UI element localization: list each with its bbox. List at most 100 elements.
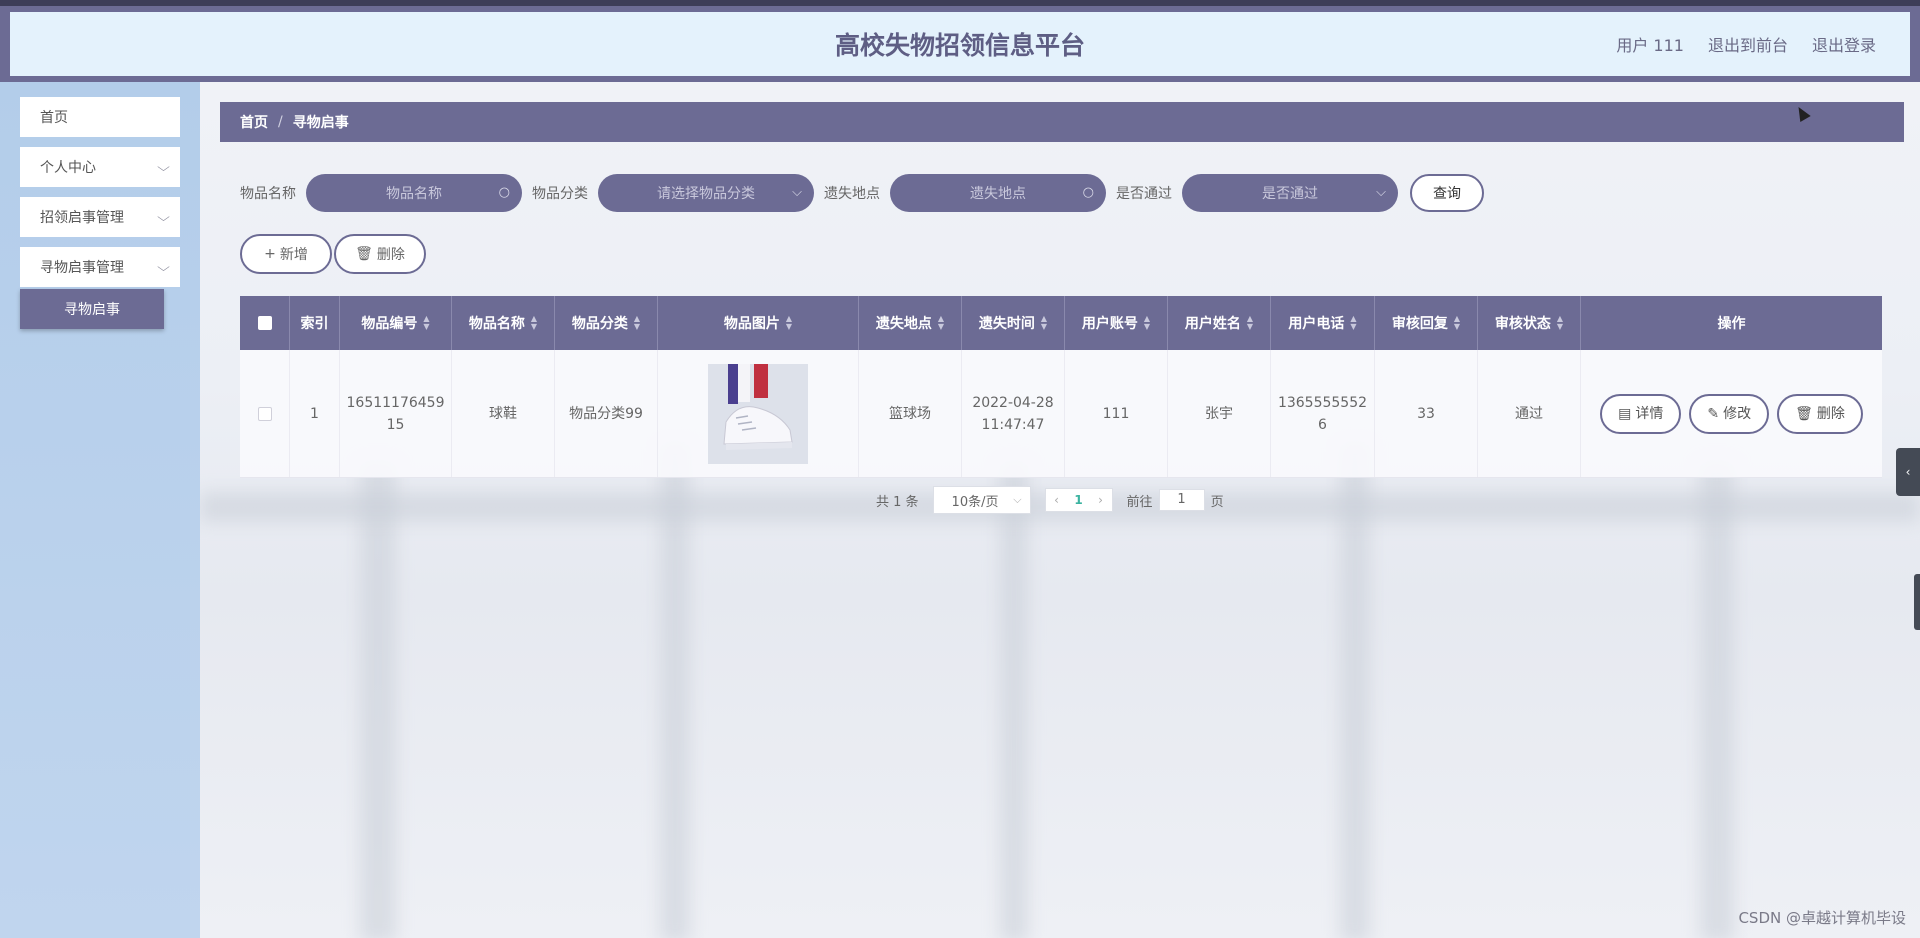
name-input[interactable]: 物品名称 ○ [306, 174, 522, 212]
background-blur [1700, 462, 1734, 938]
current-page[interactable]: 1 [1068, 493, 1090, 507]
sidebar-item-found-notice-mgmt[interactable]: 招领启事管理 ⌵ [20, 197, 180, 237]
header-select-all[interactable] [240, 296, 290, 350]
name-placeholder: 物品名称 [386, 186, 442, 202]
header-name[interactable]: 物品名称 ▲ ▼ [452, 296, 555, 350]
place-label: 遗失地点 [824, 186, 880, 202]
side-handle[interactable] [1914, 574, 1920, 630]
header-status[interactable]: 审核状态 ▲ ▼ [1478, 296, 1581, 350]
cell-username: 张宇 [1168, 350, 1271, 477]
chevron-down-icon: ⌵ [157, 159, 170, 174]
place-input[interactable]: 遗失地点 ○ [890, 174, 1106, 212]
cell-image [658, 350, 859, 477]
header-label: 物品编号 [361, 316, 418, 332]
breadcrumb-separator: / [278, 114, 283, 130]
edit-button[interactable]: ✎ 修改 [1689, 393, 1770, 434]
sidebar-item-label: 首页 [40, 110, 68, 126]
header-index: 索引 [290, 296, 340, 350]
header-phone[interactable]: 用户电话 ▲ ▼ [1271, 296, 1375, 350]
sort-icon[interactable]: ▲ ▼ [1350, 315, 1356, 331]
sidebar-item-label: 招领启事管理 [40, 210, 124, 226]
header-links: 用户 111 退出到前台 退出登录 [1616, 12, 1876, 76]
page-navigator: ‹ 1 › [1044, 488, 1113, 512]
header-time[interactable]: 遗失时间 ▲ ▼ [962, 296, 1065, 350]
document-icon: ▤ [1618, 405, 1632, 422]
row-select[interactable] [240, 350, 290, 477]
checkbox[interactable] [257, 406, 272, 421]
to-front-link[interactable]: 退出到前台 [1708, 32, 1788, 56]
page-size-select[interactable]: 10条/页 ⌵ [932, 486, 1031, 514]
cell-account: 111 [1065, 350, 1168, 477]
place-placeholder: 遗失地点 [970, 186, 1026, 202]
cell-reply: 33 [1375, 350, 1478, 477]
main-content: 首页 / 寻物启事 物品名称 物品名称 ○ 物品分类 请选择物品分类 ⌵ 遗失地… [200, 82, 1920, 938]
header-operations: 操作 [1581, 296, 1882, 350]
next-page-icon[interactable]: › [1090, 493, 1112, 507]
header-image[interactable]: 物品图片 ▲ ▼ [658, 296, 859, 350]
checkbox[interactable] [257, 316, 272, 330]
sort-icon[interactable]: ▲ ▼ [1557, 315, 1563, 331]
chevron-down-icon: ⌵ [157, 209, 170, 224]
header-category[interactable]: 物品分类 ▲ ▼ [555, 296, 658, 350]
search-icon: ○ [498, 185, 510, 200]
total-count: 共 1 条 [876, 494, 919, 510]
category-select[interactable]: 请选择物品分类 ⌵ [598, 174, 814, 212]
header-label: 用户姓名 [1184, 316, 1241, 332]
sidebar-item-lost-notice-mgmt[interactable]: 寻物启事管理 ⌵ [20, 247, 180, 287]
watermark: CSDN @卓越计算机毕设 [1738, 909, 1906, 927]
chevron-down-icon: ⌵ [157, 259, 170, 274]
table-header: 索引 物品编号 ▲ ▼ 物品名称 ▲ ▼ 物品分类 ▲ ▼ 物品图片 ▲ ▼ 遗失地点 ▲ ▼ 遗失… [240, 296, 1882, 350]
sort-icon[interactable]: ▲ ▼ [1454, 315, 1460, 331]
chevron-left-icon: ‹ [1905, 465, 1911, 479]
breadcrumb-home[interactable]: 首页 [240, 112, 268, 132]
sidebar-item-personal-center[interactable]: 个人中心 ⌵ [20, 147, 180, 187]
category-placeholder: 请选择物品分类 [657, 186, 755, 202]
cell-code: 1651117645915 [340, 350, 452, 477]
sort-icon[interactable]: ▲ ▼ [1247, 315, 1253, 331]
goto-input[interactable]: 1 [1158, 489, 1205, 511]
page-suffix: 页 [1210, 494, 1224, 510]
sidebar: 首页 个人中心 ⌵ 招领启事管理 ⌵ 寻物启事管理 ⌵ 寻物启事 [0, 82, 200, 938]
header-account[interactable]: 用户账号 ▲ ▼ [1065, 296, 1168, 350]
sidebar-item-home[interactable]: 首页 [20, 97, 180, 137]
header-label: 用户账号 [1081, 316, 1138, 332]
delete-label: 删除 [376, 247, 405, 263]
category-label: 物品分类 [532, 186, 588, 202]
sidebar-item-label: 寻物启事管理 [40, 260, 124, 276]
sort-icon[interactable]: ▲ ▼ [938, 315, 944, 331]
breadcrumb-current: 寻物启事 [292, 115, 349, 131]
detail-label: 详情 [1635, 405, 1664, 422]
background-blur [1000, 462, 1028, 938]
sort-icon[interactable]: ▲ ▼ [1041, 315, 1047, 331]
prev-page-icon[interactable]: ‹ [1046, 493, 1068, 507]
cell-index: 1 [290, 350, 340, 477]
header-username[interactable]: 用户姓名 ▲ ▼ [1168, 296, 1271, 350]
passed-select[interactable]: 是否通过 ⌵ [1182, 174, 1398, 212]
header-place[interactable]: 遗失地点 ▲ ▼ [859, 296, 962, 350]
collapse-tab[interactable]: ‹ [1896, 448, 1920, 496]
pencil-icon: ✎ [1707, 405, 1720, 422]
sort-icon[interactable]: ▲ ▼ [423, 315, 429, 331]
header-code[interactable]: 物品编号 ▲ ▼ [340, 296, 452, 350]
sort-icon[interactable]: ▲ ▼ [531, 315, 537, 331]
detail-button[interactable]: ▤ 详情 [1600, 393, 1682, 434]
search-icon: ○ [1082, 185, 1094, 200]
sort-icon[interactable]: ▲ ▼ [1144, 315, 1150, 331]
batch-delete-button[interactable]: 🗑 删除 [334, 234, 426, 274]
header-label: 遗失地点 [875, 316, 932, 332]
cell-place: 篮球场 [859, 350, 962, 477]
submenu-item-lost-notice[interactable]: 寻物启事 [20, 289, 164, 329]
header-label: 遗失时间 [978, 316, 1035, 332]
add-label: 新增 [279, 247, 308, 263]
header-inner: 高校失物招领信息平台 用户 111 退出到前台 退出登录 [10, 12, 1910, 76]
delete-button[interactable]: 🗑 删除 [1777, 393, 1863, 434]
sort-icon[interactable]: ▲ ▼ [634, 315, 640, 331]
add-button[interactable]: + 新增 [240, 234, 332, 274]
toolbar: + 新增 🗑 删除 [240, 234, 426, 274]
cell-phone: 13655555526 [1271, 350, 1375, 477]
logout-link[interactable]: 退出登录 [1812, 32, 1876, 56]
sort-icon[interactable]: ▲ ▼ [786, 315, 792, 331]
header-reply[interactable]: 审核回复 ▲ ▼ [1375, 296, 1478, 350]
query-button[interactable]: 查询 [1410, 174, 1484, 212]
item-image[interactable] [708, 363, 808, 464]
